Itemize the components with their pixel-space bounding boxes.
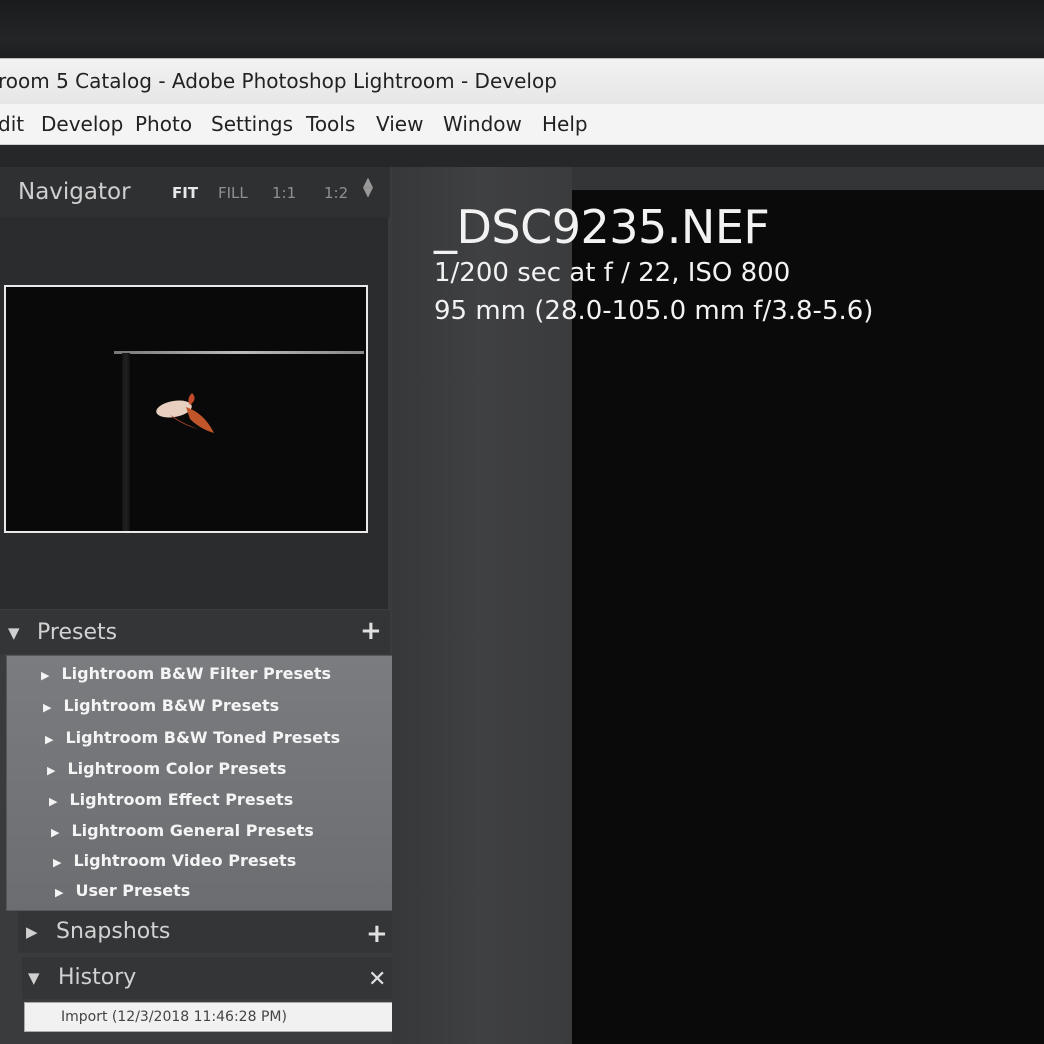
left-panel: Navigator FIT FILL 1:1 1:2 ▲ ▼ ▼ Presets … — [0, 167, 394, 1044]
preset-folder-item[interactable]: ▶ Lightroom B&W Toned Presets — [45, 728, 340, 747]
preset-folder-item[interactable]: ▶ Lightroom B&W Presets — [43, 696, 279, 715]
snapshots-header[interactable]: ▶ Snapshots + — [18, 911, 392, 953]
snapshots-title: Snapshots — [56, 919, 171, 944]
triangle-right-icon: ▶ — [55, 886, 64, 899]
preset-folder-label: Lightroom B&W Toned Presets — [65, 728, 341, 747]
add-snapshot-plus-icon[interactable]: + — [366, 921, 388, 947]
triangle-down-icon: ▼ — [28, 969, 40, 987]
navigator-body — [0, 217, 388, 609]
window-title: room 5 Catalog - Adobe Photoshop Lightro… — [0, 69, 557, 93]
tank-edge — [122, 353, 130, 531]
presets-header[interactable]: ▼ Presets + — [0, 610, 390, 654]
preset-folder-item[interactable]: ▶ Lightroom Color Presets — [47, 759, 286, 778]
history-list-item[interactable]: Import (12/3/2018 11:46:28 PM) — [24, 1002, 396, 1032]
zoom-1-1-button[interactable]: 1:1 — [272, 184, 296, 202]
preset-folder-label: Lightroom General Presets — [71, 821, 314, 840]
photo-lens: 95 mm (28.0-105.0 mm f/3.8-5.6) — [434, 296, 874, 326]
history-item-label: Import (12/3/2018 11:46:28 PM) — [61, 1009, 287, 1025]
menu-settings[interactable]: Settings — [211, 112, 293, 136]
preset-folder-label: User Presets — [75, 881, 191, 900]
history-header[interactable]: ▼ History ✕ — [22, 957, 392, 999]
triangle-right-icon: ▶ — [49, 795, 58, 808]
navigator-header[interactable]: Navigator FIT FILL 1:1 1:2 ▲ ▼ — [0, 167, 390, 217]
main-toolbar-strip — [572, 167, 1044, 190]
preset-folder-item[interactable]: ▶ Lightroom Effect Presets — [49, 790, 293, 809]
triangle-right-icon: ▶ — [43, 701, 52, 714]
menu-tools[interactable]: Tools — [306, 112, 355, 136]
triangle-right-icon: ▶ — [45, 733, 54, 746]
triangle-right-icon: ▶ — [53, 856, 62, 869]
fish-thumbnail-icon — [156, 393, 214, 433]
presets-list: ▶ Lightroom B&W Filter Presets ▶ Lightroom… — [6, 655, 394, 911]
presets-title: Presets — [37, 620, 118, 645]
navigator-preview[interactable] — [4, 285, 368, 533]
triangle-right-icon: ▶ — [47, 764, 56, 777]
preset-folder-label: Lightroom B&W Filter Presets — [61, 664, 331, 683]
preset-folder-label: Lightroom Color Presets — [67, 759, 287, 778]
menu-bar: dit Develop Photo Settings Tools View Wi… — [0, 104, 1044, 145]
monitor-bezel — [0, 0, 1044, 58]
triangle-right-icon: ▶ — [51, 826, 60, 839]
preset-folder-item[interactable]: ▶ Lightroom Video Presets — [53, 851, 296, 870]
window-title-bar: room 5 Catalog - Adobe Photoshop Lightro… — [0, 58, 1044, 105]
triangle-right-icon: ▶ — [26, 923, 38, 941]
photo-filename: _DSC9235.NEF — [434, 200, 770, 254]
zoom-stepper-icon[interactable]: ▲ ▼ — [363, 176, 373, 199]
menu-window[interactable]: Window — [443, 112, 522, 136]
preset-folder-label: Lightroom Effect Presets — [69, 790, 294, 809]
add-preset-plus-icon[interactable]: + — [360, 618, 382, 644]
preset-folder-item[interactable]: ▶ Lightroom B&W Filter Presets — [41, 664, 331, 683]
zoom-fit-button[interactable]: FIT — [172, 184, 198, 202]
preset-folder-label: Lightroom B&W Presets — [63, 696, 280, 715]
zoom-1-2-button[interactable]: 1:2 — [324, 184, 348, 202]
module-strip — [0, 145, 1044, 167]
photo-info-overlay: _DSC9235.NEF 1/200 sec at f / 22, ISO 80… — [434, 200, 873, 330]
history-title: History — [58, 965, 137, 990]
preset-folder-item[interactable]: ▶ User Presets — [55, 881, 190, 900]
menu-view[interactable]: View — [376, 112, 423, 136]
preset-folder-label: Lightroom Video Presets — [73, 851, 297, 870]
preset-folder-item[interactable]: ▶ Lightroom General Presets — [51, 821, 314, 840]
navigator-title: Navigator — [18, 179, 131, 205]
menu-photo[interactable]: Photo — [135, 112, 192, 136]
zoom-fill-button[interactable]: FILL — [218, 184, 248, 202]
clear-history-close-icon[interactable]: ✕ — [368, 967, 386, 993]
menu-edit[interactable]: dit — [0, 112, 24, 136]
menu-help[interactable]: Help — [542, 112, 588, 136]
tank-waterline — [114, 351, 364, 354]
menu-develop[interactable]: Develop — [41, 112, 123, 136]
triangle-right-icon: ▶ — [41, 669, 50, 682]
photo-exposure: 1/200 sec at f / 22, ISO 800 — [434, 258, 791, 288]
triangle-down-icon: ▼ — [8, 624, 20, 642]
